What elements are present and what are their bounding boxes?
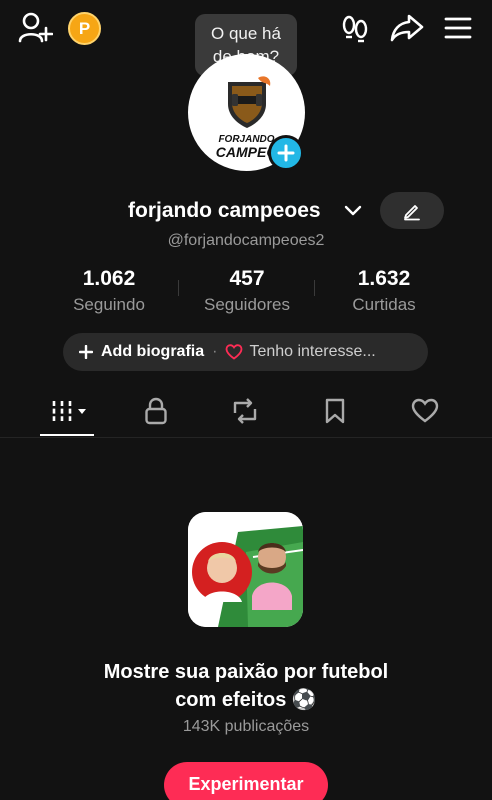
stat-followers[interactable]: 457 Seguidores [177, 266, 317, 316]
logo-emblem [228, 76, 271, 128]
repost-icon [233, 398, 257, 424]
tab-reposts[interactable] [225, 393, 265, 429]
promo-title-line1: Mostre sua paixão por futebol [103, 661, 389, 683]
heart-outline-icon [226, 344, 243, 360]
edit-profile-button[interactable] [380, 192, 444, 229]
chevron-down-icon [344, 205, 362, 216]
stat-likes-label: Curtidas [352, 295, 416, 314]
stat-followers-value: 457 [229, 267, 265, 290]
heart-icon [411, 398, 439, 423]
try-effect-label: Experimentar [188, 774, 304, 794]
coin-letter: P [78, 18, 91, 38]
promo-post-count: 143K publicações [182, 718, 310, 735]
account-switch-button[interactable] [343, 203, 363, 222]
tab-separator [0, 437, 492, 438]
lock-icon [145, 397, 167, 425]
active-tab-indicator [40, 434, 94, 436]
add-bio-button[interactable]: Add biografia · Tenho interesse... [63, 333, 428, 371]
footprints-icon [342, 15, 368, 43]
tab-liked[interactable] [405, 393, 445, 429]
menu-button[interactable] [442, 12, 474, 44]
person-add-icon [18, 12, 53, 43]
bookmark-icon [325, 398, 345, 424]
stat-following-value: 1.062 [82, 267, 136, 290]
profile-name[interactable]: forjando campeoes [128, 199, 321, 223]
profile-handle: @forjandocampeoes2 [167, 232, 325, 249]
grid-icon [52, 401, 86, 421]
stat-likes[interactable]: 1.632 Curtidas [314, 266, 454, 316]
effect-thumbnail[interactable] [188, 512, 303, 627]
tooltip-line1: O que há [211, 24, 281, 43]
hamburger-menu-icon [444, 17, 472, 39]
pencil-icon [404, 204, 420, 220]
add-friend-button[interactable] [16, 10, 54, 46]
interest-label: Tenho interesse... [249, 343, 376, 360]
add-story-button[interactable] [268, 135, 304, 171]
coin-badge[interactable]: P [68, 12, 101, 45]
tab-private[interactable] [136, 393, 176, 429]
stat-following-label: Seguindo [73, 295, 145, 314]
plus-icon [277, 144, 295, 162]
stat-following[interactable]: 1.062 Seguindo [39, 266, 179, 316]
share-profile-button[interactable] [388, 10, 426, 46]
stat-followers-label: Seguidores [203, 295, 290, 314]
try-effect-button[interactable]: Experimentar [164, 762, 328, 800]
bio-separator: · [212, 343, 218, 360]
tab-videos[interactable] [47, 393, 93, 429]
promo-title-line2: com efeitos ⚽ [175, 689, 317, 711]
add-bio-label: Add biografia [101, 343, 205, 360]
share-icon [390, 14, 424, 42]
profile-visitors-button[interactable] [338, 12, 372, 46]
tab-favorites[interactable] [315, 393, 355, 429]
promo-title: Mostre sua paixão por futebol com efeito… [0, 658, 492, 714]
football-effect-image [188, 512, 303, 627]
plus-icon [79, 345, 93, 359]
stat-likes-value: 1.632 [357, 267, 411, 290]
